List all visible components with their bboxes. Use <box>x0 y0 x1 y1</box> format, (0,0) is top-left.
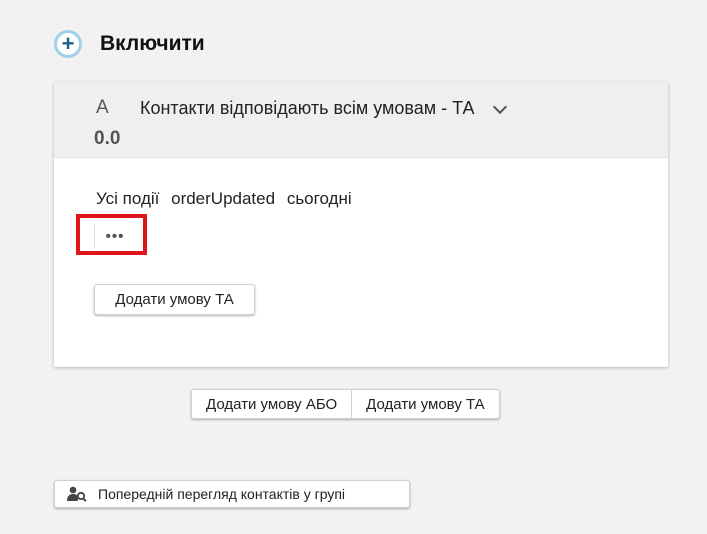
rule-card: A 0.0 Контакти відповідають всім умовам … <box>54 82 668 367</box>
more-options-button[interactable]: ••• <box>94 223 135 249</box>
preview-label: Попередній перегляд контактів у групі <box>98 486 346 502</box>
preview-contacts-button[interactable]: Попередній перегляд контактів у групі <box>54 480 410 508</box>
rule-card-header: A 0.0 Контакти відповідають всім умовам … <box>54 82 668 158</box>
condition-period: сьогодні <box>286 189 352 208</box>
add-and-condition-button[interactable]: Додати умову ТА <box>94 284 255 315</box>
add-condition-button-group: Додати умову АБО Додати умову ТА <box>191 389 500 419</box>
include-header: + Включити <box>54 28 205 60</box>
add-or-condition-button[interactable]: Додати умову АБО <box>192 390 351 418</box>
condition-summary: Усі події orderUpdated сьогодні <box>96 189 359 209</box>
condition-scope: Усі події <box>96 189 160 208</box>
include-title: Включити <box>100 32 205 55</box>
condition-event: orderUpdated <box>171 189 276 208</box>
chevron-down-icon <box>492 99 507 114</box>
rule-score: 0.0 <box>94 128 121 149</box>
add-and-group-button[interactable]: Додати умову ТА <box>351 390 498 418</box>
match-mode-label: Контакти відповідають всім умовам - ТА <box>140 98 475 118</box>
user-search-icon <box>67 486 87 502</box>
rule-letter: A <box>96 97 109 118</box>
ellipsis-icon: ••• <box>105 227 125 245</box>
match-mode-select[interactable]: Контакти відповідають всім умовам - ТА <box>140 98 507 119</box>
plus-icon[interactable]: + <box>54 30 82 58</box>
